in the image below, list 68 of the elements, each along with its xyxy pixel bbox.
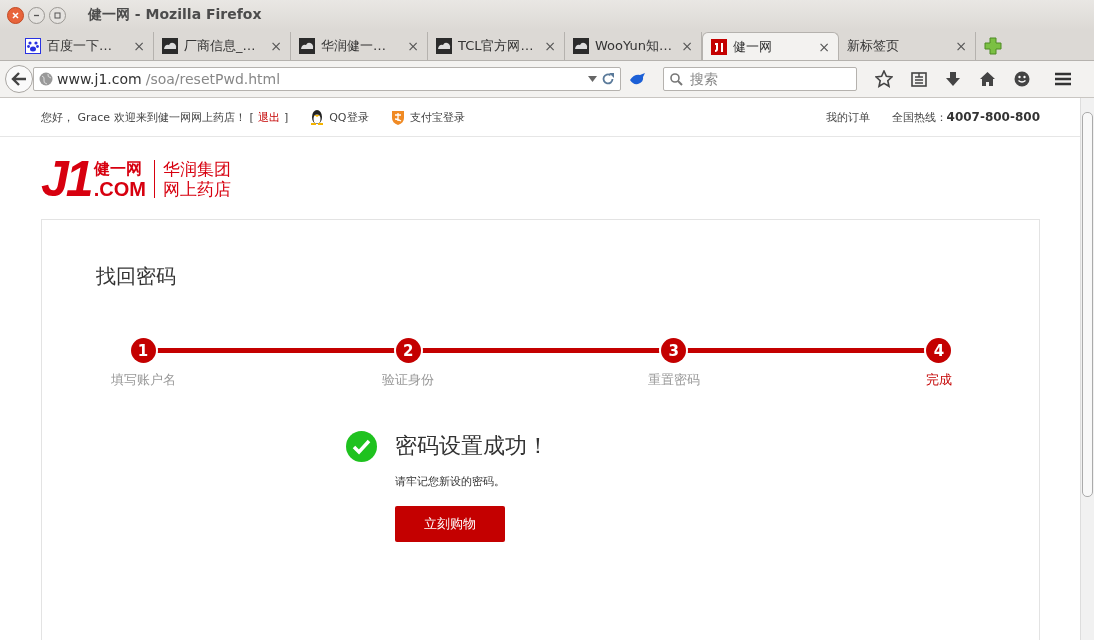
window-title: 健一网 - Mozilla Firefox [88,6,262,24]
success-heading: 密码设置成功！ [395,432,549,460]
browser-tab[interactable]: 健一网 × [702,32,839,60]
tab-close-button[interactable]: × [270,38,282,54]
site-logo-icon [711,38,727,55]
back-arrow-icon [11,72,27,86]
shop-now-button[interactable]: 立刻购物 [395,506,505,542]
menu-icon[interactable] [1054,71,1072,87]
bracket-text: ] [283,110,289,124]
tab-close-button[interactable]: × [818,38,830,55]
step-label: 验证身份 [382,371,435,389]
close-button[interactable] [7,6,24,24]
step-label: 填写账户名 [110,371,176,389]
scrollbar[interactable] [1080,98,1094,640]
globe-icon [39,72,53,86]
smiley-icon[interactable] [1014,71,1030,87]
bookmark-star-icon[interactable] [875,70,893,88]
cloud-icon [573,38,589,54]
step-number: 4 [926,338,952,363]
browser-tab[interactable]: 厂商信息_… × [154,32,291,60]
success-note: 请牢记您新设的密码。 [395,474,505,489]
step-number: 3 [661,338,687,363]
bracket-text: [ [249,110,254,124]
cloud-icon [436,38,452,54]
penguin-icon [310,109,325,125]
step-number: 2 [395,338,421,363]
logo-mark: J1 [41,159,91,199]
browser-tab[interactable]: 百度一下… × [17,32,154,60]
reload-icon[interactable] [601,72,615,86]
alipay-login-link[interactable]: 支付宝登录 [390,109,465,125]
qq-login-link[interactable]: QQ登录 [310,109,369,125]
hotline-text: 全国热线：4007-800-800 [891,109,1040,125]
address-field[interactable]: www.j1.com /soa/resetPwd.html [33,67,621,91]
shield-icon [390,109,405,125]
tab-close-button[interactable]: × [544,38,556,54]
close-icon [12,11,19,19]
logo-store: 网上药店 [162,179,231,199]
home-icon[interactable] [979,71,996,87]
cloud-icon [299,38,315,54]
logo-domain: .COM [93,179,146,199]
cloud-icon [162,38,178,54]
logo-name: 健一网 [93,159,143,179]
logout-link[interactable]: 退出 [257,109,280,125]
step-label: 重置密码 [647,371,700,389]
dropdown-icon[interactable] [588,76,597,82]
tab-close-button[interactable]: × [681,38,693,54]
reading-list-icon[interactable] [911,71,927,87]
browser-tab[interactable]: 新标签页 × [839,32,976,60]
search-field[interactable]: 搜索 [663,67,857,91]
tab-close-button[interactable]: × [955,38,967,54]
step-label: 完成 [926,371,952,389]
back-button[interactable] [5,65,33,93]
check-icon [346,431,377,462]
tab-close-button[interactable]: × [407,38,419,54]
paw-icon [25,38,41,54]
browser-tab[interactable]: WooYun知… × [565,32,702,60]
tab-close-button[interactable]: × [133,38,145,54]
search-icon [670,73,683,86]
greeting-text: 您好， Grace 欢迎来到健一网网上药店！ [41,109,246,125]
my-orders-link[interactable]: 我的订单 [825,109,870,125]
browser-tab[interactable]: TCL官方网… × [428,32,565,60]
logo-group: 华润集团 [162,159,231,179]
download-icon[interactable] [945,71,961,87]
maximize-icon [54,11,61,19]
step-number: 1 [130,338,156,363]
card-title: 找回密码 [96,263,177,290]
bird-icon[interactable] [629,72,647,86]
browser-tab[interactable]: 华润健一… × [291,32,428,60]
